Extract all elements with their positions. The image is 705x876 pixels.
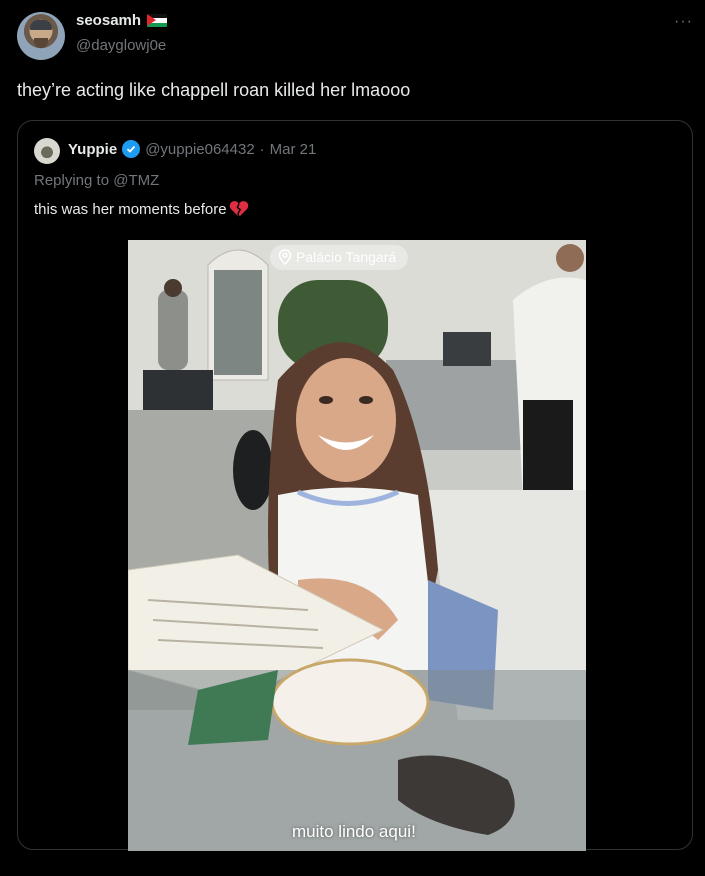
replying-to-prefix: Replying to <box>34 172 114 189</box>
replying-to-mention[interactable]: @TMZ <box>113 172 159 189</box>
tweet-text: they’re acting like chappell roan killed… <box>17 80 411 100</box>
quoted-display-name[interactable]: Yuppie <box>68 141 117 158</box>
location-label: Palácio Tangará <box>296 249 397 265</box>
quoted-name-row: Yuppie @yuppie064432 · Mar 21 <box>68 140 316 158</box>
broken-heart-icon <box>229 201 248 218</box>
photo-illustration <box>128 240 586 851</box>
author-display-name[interactable]: seosamh <box>76 12 141 29</box>
quoted-avatar[interactable] <box>34 138 60 164</box>
avatar-hat <box>30 20 52 30</box>
location-pin-icon <box>278 249 292 265</box>
replying-to: Replying to @TMZ <box>34 172 159 189</box>
separator-dot: · <box>259 140 265 158</box>
quoted-handle[interactable]: @yuppie064432 <box>145 141 254 158</box>
location-badge: Palácio Tangará <box>270 245 409 270</box>
author-name-row: seosamh <box>76 12 168 29</box>
palestine-flag-icon <box>147 14 168 27</box>
verified-badge-icon <box>122 140 141 158</box>
author-avatar[interactable] <box>17 12 65 60</box>
video-caption: muito lindo aqui! <box>292 822 416 841</box>
more-options-icon[interactable]: ··· <box>674 14 693 30</box>
author-handle[interactable]: @dayglowj0e <box>76 37 166 54</box>
quoted-date[interactable]: Mar 21 <box>270 141 317 158</box>
quoted-tweet[interactable]: Yuppie @yuppie064432 · Mar 21 Replying t… <box>17 120 693 851</box>
quoted-text: this was her moments before <box>34 200 227 218</box>
tweet-media-photo[interactable]: Palácio Tangará muito lindo aqui! <box>128 240 586 851</box>
quoted-text-row: this was her moments before <box>34 200 249 218</box>
avatar-beard <box>34 38 48 48</box>
